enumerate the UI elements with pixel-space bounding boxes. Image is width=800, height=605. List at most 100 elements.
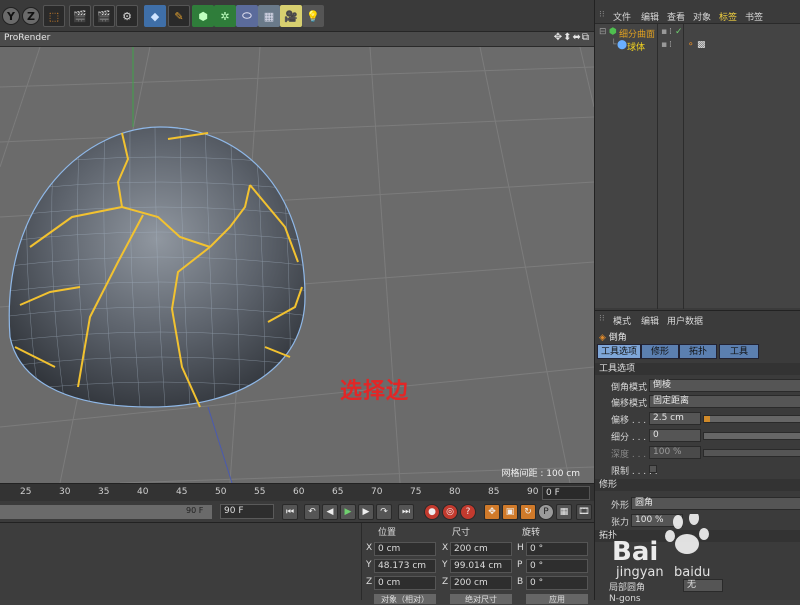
- film-icon: 🎞: [578, 507, 590, 517]
- pos-y-field[interactable]: 48.173 cm: [374, 559, 436, 573]
- sphere-object-icon: ⬤: [617, 40, 628, 50]
- object-name[interactable]: 球体: [627, 40, 645, 53]
- render-settings-button[interactable]: ⚙: [116, 5, 138, 27]
- offset-field[interactable]: 2.5 cm: [649, 412, 701, 425]
- keyframe-selection-button[interactable]: ?: [460, 504, 476, 520]
- scale-key-button[interactable]: ▣: [502, 504, 518, 520]
- depth-field[interactable]: 100 %: [649, 446, 701, 459]
- apply-button[interactable]: 应用: [526, 594, 588, 604]
- offset-mode-select[interactable]: 固定距离: [649, 395, 800, 408]
- layer-icon: ▪: [661, 40, 668, 50]
- auto-key-button[interactable]: ◎: [442, 504, 458, 520]
- go-to-start-button[interactable]: ⏮: [282, 504, 298, 520]
- tab-tool-options[interactable]: 工具选项: [597, 344, 641, 359]
- tab-shaping[interactable]: 修形: [641, 344, 679, 359]
- object-row-subdivision[interactable]: ⊟ ⬢ 细分曲面 ▪ ⁞ ✓: [595, 27, 800, 40]
- menu-tags[interactable]: 标签: [719, 10, 737, 23]
- timeline-range-slider[interactable]: 90 F: [0, 505, 212, 519]
- visibility-dots-icon[interactable]: ⁞: [669, 40, 672, 50]
- phong-tag-icon[interactable]: ⚬: [687, 40, 695, 50]
- timeline-ruler[interactable]: 25 30 35 40 45 50 55 60 65 70 75 80 85 90 0 F: [0, 483, 594, 501]
- tool-title: ◈ 倒角: [599, 330, 627, 343]
- column-divider: [657, 24, 658, 309]
- tab-topology[interactable]: 拓扑: [679, 344, 717, 359]
- subdivision-button[interactable]: ⬢: [192, 5, 214, 27]
- rot-p-field[interactable]: 0 °: [526, 559, 588, 573]
- object-list[interactable]: ⊟ ⬢ 细分曲面 ▪ ⁞ ✓ └ ⬤ 球体 ▪ ⁞ ⚬ ▩: [595, 23, 800, 309]
- object-name[interactable]: 细分曲面: [619, 27, 655, 40]
- go-to-end-button[interactable]: ⏭: [398, 504, 414, 520]
- enabled-check-icon[interactable]: ✓: [675, 27, 683, 37]
- size-z-field[interactable]: 200 cm: [450, 576, 512, 590]
- cube-button[interactable]: ◆: [144, 5, 166, 27]
- render-queue-button[interactable]: 🎬: [93, 5, 115, 27]
- range-end-field[interactable]: 90 F: [220, 504, 274, 519]
- current-frame-field[interactable]: 0 F: [542, 486, 590, 500]
- film-icon-button[interactable]: 🎞: [576, 504, 592, 520]
- render-view-button[interactable]: 🎬: [69, 5, 91, 27]
- limit-checkbox[interactable]: [649, 465, 657, 473]
- deformer-button[interactable]: ⬭: [236, 5, 258, 27]
- position-key-button[interactable]: ✥: [484, 504, 500, 520]
- watermark-text: Bai: [612, 537, 658, 567]
- render-settings-icon: ⚙: [122, 9, 132, 23]
- timeline-tick-label: 65: [332, 487, 344, 497]
- object-relative-dropdown[interactable]: 对象（相对）: [374, 594, 436, 604]
- size-x-field[interactable]: 200 cm: [450, 542, 512, 556]
- depth-slider[interactable]: [703, 449, 800, 457]
- 3d-viewport[interactable]: 网格间距 : 100 cm 选择边: [0, 47, 594, 483]
- tab-tool[interactable]: 工具: [719, 344, 759, 359]
- next-key-button[interactable]: ↷: [376, 504, 392, 520]
- subdivision-field[interactable]: 0: [649, 429, 701, 442]
- bevel-tool-icon: ◈: [599, 333, 606, 343]
- pen-button[interactable]: ✎: [168, 5, 190, 27]
- bevel-mode-label: 倒角模式: [611, 383, 648, 393]
- coord-system-button[interactable]: ⬚: [43, 5, 65, 27]
- menu-user-data[interactable]: 用户数据: [667, 314, 703, 327]
- menu-file[interactable]: 文件: [613, 10, 631, 23]
- menu-mode[interactable]: 模式: [613, 314, 631, 327]
- expand-toggle-icon[interactable]: ⊟: [599, 27, 607, 37]
- light-button[interactable]: 💡: [302, 5, 324, 27]
- rotation-key-button[interactable]: ↻: [520, 504, 536, 520]
- watermark-text-3: baidu: [674, 565, 710, 580]
- rot-h-field[interactable]: 0 °: [526, 542, 588, 556]
- timeline-tick-label: 80: [449, 487, 461, 497]
- menu-edit[interactable]: 编辑: [641, 314, 659, 327]
- menu-bookmarks[interactable]: 书签: [745, 10, 763, 23]
- main-toolbar: Y Z ⬚ 🎬 🎬 ⚙ ◆ ✎ ⬢ ✲ ⬭ ▦ 🎥 💡: [0, 0, 594, 32]
- z-axis-lock-button[interactable]: Z: [22, 7, 40, 25]
- previous-key-button[interactable]: ↶: [304, 504, 320, 520]
- viewport-navigation-icons[interactable]: ✥⬍⬌⧉: [554, 32, 590, 43]
- material-tag-icon[interactable]: ▩: [697, 40, 706, 50]
- menu-object[interactable]: 对象: [693, 10, 711, 23]
- absolute-size-dropdown[interactable]: 绝对尺寸: [450, 594, 512, 604]
- pla-key-button[interactable]: ▦: [556, 504, 572, 520]
- menu-view[interactable]: 查看: [667, 10, 685, 23]
- material-panel: [0, 523, 362, 600]
- menu-edit[interactable]: 编辑: [641, 10, 659, 23]
- shape-select[interactable]: 圆角: [631, 497, 800, 510]
- floor-button[interactable]: ▦: [258, 5, 280, 27]
- offset-slider-fill: [704, 416, 710, 422]
- z-axis-line: [207, 406, 233, 483]
- pos-x-field[interactable]: 0 cm: [374, 542, 436, 556]
- play-button[interactable]: ▶: [340, 504, 356, 520]
- rot-b-field[interactable]: 0 °: [526, 576, 588, 590]
- record-button[interactable]: ●: [424, 504, 440, 520]
- camera-button[interactable]: 🎥: [280, 5, 302, 27]
- shape-label: 外形: [611, 501, 630, 511]
- array-button[interactable]: ✲: [214, 5, 236, 27]
- visibility-dots-icon[interactable]: ⁞: [669, 27, 672, 37]
- parameter-key-button[interactable]: P: [538, 504, 554, 520]
- offset-slider[interactable]: [703, 415, 800, 423]
- y-axis-lock-button[interactable]: Y: [2, 7, 20, 25]
- next-frame-button[interactable]: ▶: [358, 504, 374, 520]
- size-y-field[interactable]: 99.014 cm: [450, 559, 512, 573]
- object-row-sphere[interactable]: └ ⬤ 球体 ▪ ⁞ ⚬ ▩: [595, 40, 800, 53]
- timeline-tick-label: 70: [371, 487, 383, 497]
- bevel-mode-select[interactable]: 倒棱: [649, 379, 800, 392]
- pos-z-field[interactable]: 0 cm: [374, 576, 436, 590]
- previous-frame-button[interactable]: ◀: [322, 504, 338, 520]
- subdivision-slider[interactable]: [703, 432, 800, 440]
